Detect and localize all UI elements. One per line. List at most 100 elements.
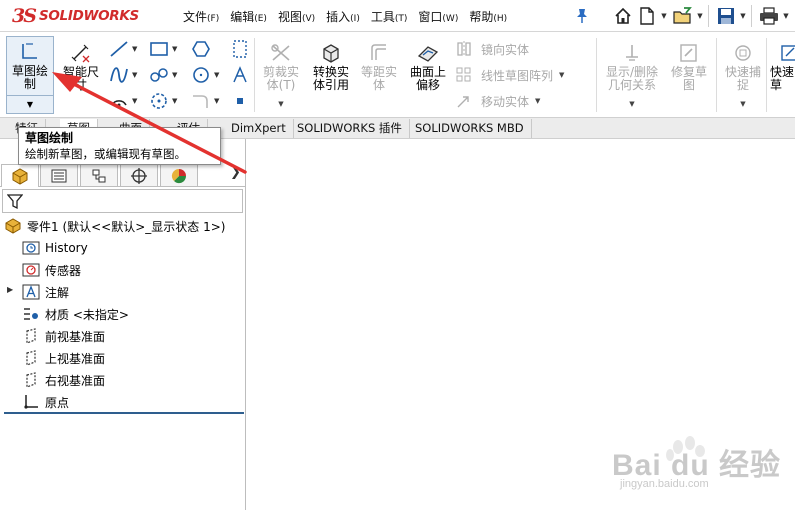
menu-window[interactable]: 窗口(W) bbox=[418, 8, 458, 25]
print-icon[interactable] bbox=[758, 5, 780, 27]
filter-icon[interactable] bbox=[7, 193, 23, 210]
rapid-sketch-button[interactable]: 快速 草 bbox=[770, 38, 795, 92]
rectangle-tool[interactable]: ▼ bbox=[148, 38, 182, 60]
mirror-entities-button[interactable]: 镜向实体 bbox=[455, 38, 529, 60]
title-menu-bar: 3S SOLIDWORKS 文件(F) 编辑(E) 视图(V) 插入(I) 工具… bbox=[0, 0, 795, 32]
offset-on-surface-button[interactable]: 曲面上 偏移 bbox=[404, 38, 452, 92]
annotation-icon bbox=[22, 283, 40, 301]
line-dropdown-icon[interactable]: ▼ bbox=[132, 45, 137, 53]
expand-arrow-icon[interactable]: ▶ bbox=[7, 285, 13, 294]
tab-solidworks-mbd[interactable]: SOLIDWORKS MBD bbox=[408, 119, 532, 138]
rectangle-dropdown-icon[interactable]: ▼ bbox=[172, 45, 177, 53]
arc-icon bbox=[111, 100, 127, 107]
ribbon-separator bbox=[716, 38, 717, 112]
spline-tool[interactable]: ▼ bbox=[108, 64, 142, 86]
linear-pattern-dropdown-icon[interactable]: ▼ bbox=[559, 71, 564, 79]
display-delete-relations-button[interactable]: 显示/删除 几何关系 ▼ bbox=[600, 38, 664, 111]
filter-bar[interactable] bbox=[2, 189, 243, 213]
smart-dimension-button[interactable]: 智能尺 寸 bbox=[58, 38, 104, 98]
menu-edit-key: (E) bbox=[254, 13, 267, 24]
tree-item-label: 上视基准面 bbox=[45, 351, 106, 366]
arc-dropdown-icon[interactable]: ▼ bbox=[132, 97, 137, 105]
tab-dimxpert[interactable]: DimXpert bbox=[224, 119, 294, 138]
tree-item-label: 材质 <未指定> bbox=[45, 307, 129, 322]
trim-dropdown-icon[interactable]: ▼ bbox=[258, 98, 304, 111]
open-dropdown-icon[interactable]: ▼ bbox=[696, 5, 704, 27]
offset-entities-button[interactable]: 等距实 体 bbox=[356, 38, 402, 92]
new-dropdown-icon[interactable]: ▼ bbox=[660, 5, 668, 27]
sketch-label-2: 制 bbox=[23, 77, 36, 91]
tree-end-marker bbox=[4, 412, 244, 414]
menu-help[interactable]: 帮助(H) bbox=[469, 8, 507, 25]
menu-edit-label: 编辑 bbox=[230, 9, 255, 24]
repair-sketch-icon bbox=[680, 44, 697, 62]
print-dropdown-icon[interactable]: ▼ bbox=[782, 5, 790, 27]
feature-manager-icon bbox=[12, 168, 28, 185]
menu-edit[interactable]: 编辑(E) bbox=[230, 8, 267, 25]
line-tool[interactable]: ▼ bbox=[108, 38, 142, 60]
ellipse-dropdown-icon[interactable]: ▼ bbox=[172, 97, 177, 105]
menu-file-label: 文件 bbox=[183, 9, 208, 24]
show-delete-dropdown-icon[interactable]: ▼ bbox=[600, 98, 664, 111]
feature-manager-panel: ❯ 零件1 (默认<<默认>_显示状态 1>) History 传感器 ▶ 注解… bbox=[0, 139, 246, 510]
fillet-tool[interactable]: ▼ bbox=[190, 90, 224, 112]
sketch-button[interactable]: 草图绘 制 ▼ bbox=[6, 36, 54, 114]
ellipse-tool[interactable]: ▼ bbox=[148, 90, 182, 112]
tree-item-history[interactable]: History bbox=[22, 238, 88, 258]
tab-dimxpert-manager[interactable] bbox=[120, 164, 158, 186]
fillet-dropdown-icon[interactable]: ▼ bbox=[214, 97, 219, 105]
open-folder-icon[interactable] bbox=[672, 5, 694, 27]
slot-tool[interactable]: ▼ bbox=[148, 64, 182, 86]
spline-dropdown-icon[interactable]: ▼ bbox=[132, 71, 137, 79]
circle-tool[interactable]: ▼ bbox=[190, 64, 224, 86]
menu-tools[interactable]: 工具(T) bbox=[371, 8, 408, 25]
tab-solidworks-addins[interactable]: SOLIDWORKS 插件 bbox=[290, 119, 410, 138]
point-icon bbox=[237, 98, 243, 104]
show-delete-label-2: 几何关系 bbox=[607, 78, 656, 92]
tree-item-annotations[interactable]: 注解 bbox=[22, 282, 69, 302]
plane-icon bbox=[22, 371, 40, 389]
move-dropdown-icon[interactable]: ▼ bbox=[535, 97, 540, 105]
save-icon[interactable] bbox=[715, 5, 737, 27]
repair-sketch-button[interactable]: 修复草 图 bbox=[664, 38, 714, 92]
quick-snaps-button[interactable]: 快速捕 捉 ▼ bbox=[720, 38, 766, 111]
tree-root-part[interactable]: 零件1 (默认<<默认>_显示状态 1>) bbox=[4, 216, 225, 236]
origin-icon bbox=[22, 393, 40, 411]
tree-item-top-plane[interactable]: 上视基准面 bbox=[22, 348, 105, 368]
save-dropdown-icon[interactable]: ▼ bbox=[739, 5, 747, 27]
tree-item-sensors[interactable]: 传感器 bbox=[22, 260, 81, 280]
menu-view[interactable]: 视图(V) bbox=[278, 8, 315, 25]
trim-entities-button[interactable]: 剪裁实 体(T) ▼ bbox=[258, 38, 304, 111]
sensor-icon bbox=[22, 261, 40, 279]
mirror-label: 镜向实体 bbox=[481, 42, 530, 57]
tab-feature-manager[interactable] bbox=[1, 164, 39, 187]
circle-dropdown-icon[interactable]: ▼ bbox=[214, 71, 219, 79]
menu-file[interactable]: 文件(F) bbox=[183, 8, 219, 25]
tree-item-right-plane[interactable]: 右视基准面 bbox=[22, 370, 105, 390]
polygon-tool[interactable] bbox=[190, 38, 224, 60]
tab-configuration-manager[interactable] bbox=[80, 164, 118, 186]
sketch-dropdown-icon[interactable]: ▼ bbox=[7, 95, 53, 113]
arc-tool[interactable]: ▼ bbox=[108, 90, 142, 112]
pin-icon[interactable] bbox=[575, 8, 589, 24]
tree-item-front-plane[interactable]: 前视基准面 bbox=[22, 326, 105, 346]
slot-dropdown-icon[interactable]: ▼ bbox=[172, 71, 177, 79]
tree-item-origin[interactable]: 原点 bbox=[22, 392, 69, 412]
solidworks-logo[interactable]: 3S SOLIDWORKS bbox=[12, 3, 139, 29]
convert-entities-button[interactable]: 转换实 体引用 bbox=[306, 38, 356, 92]
rapid-snap-dropdown-icon[interactable]: ▼ bbox=[720, 98, 766, 111]
chevron-right-icon[interactable]: ❯ bbox=[230, 165, 241, 180]
tab-display-manager[interactable] bbox=[160, 164, 198, 186]
tab-property-manager[interactable] bbox=[40, 164, 78, 186]
new-document-icon[interactable] bbox=[636, 5, 658, 27]
menu-insert[interactable]: 插入(I) bbox=[326, 8, 360, 25]
linear-pattern-button[interactable]: 线性草图阵列 ▼ bbox=[455, 64, 564, 86]
tree-item-material[interactable]: 材质 <未指定> bbox=[22, 304, 129, 324]
move-entities-button[interactable]: 移动实体 ▼ bbox=[455, 90, 540, 112]
menu-bar: 文件(F) 编辑(E) 视图(V) 插入(I) 工具(T) 窗口(W) 帮助(H… bbox=[183, 0, 518, 32]
tree-item-label: 原点 bbox=[45, 395, 70, 410]
offset-label-2: 体 bbox=[372, 78, 385, 92]
offset-entities-icon bbox=[371, 44, 386, 60]
home-icon[interactable] bbox=[612, 5, 634, 27]
quick-snaps-icon bbox=[735, 45, 751, 61]
